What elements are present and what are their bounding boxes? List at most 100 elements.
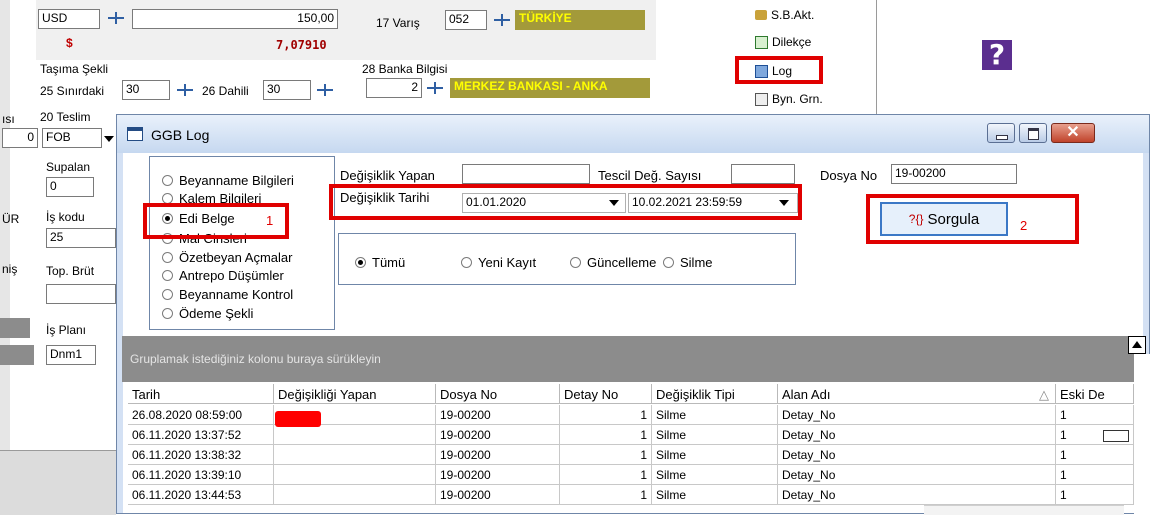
sb-akt-button[interactable]: S.B.Akt. xyxy=(755,8,814,22)
filter-label: Güncelleme xyxy=(587,255,657,270)
maximize-button[interactable] xyxy=(1019,123,1047,143)
dialog-titlebar[interactable]: GGB Log ✕ xyxy=(117,115,1149,153)
collapse-up-icon[interactable] xyxy=(1128,336,1146,354)
option-antrepo-d-mler[interactable]: Antrepo Düşümler xyxy=(162,268,284,283)
supalan-field[interactable]: 0 xyxy=(46,177,94,197)
table-cell: 1 xyxy=(560,465,652,485)
option--zetbeyan-a-malar[interactable]: Özetbeyan Açmalar xyxy=(162,250,292,265)
group-by-band: Gruplamak istediğiniz kolonu buraya sürü… xyxy=(122,336,1134,382)
column-header-label: Detay No xyxy=(564,387,619,402)
filter-g-ncelleme[interactable]: Güncelleme xyxy=(570,255,656,270)
annotation-2: 2 xyxy=(1020,218,1028,233)
help-icon[interactable]: ? xyxy=(982,40,1012,70)
tasima-sekli-label: Taşıma Şekli xyxy=(40,62,109,76)
table-cell: Silme xyxy=(652,425,778,445)
dosya-no-input[interactable]: 19-00200 xyxy=(891,164,1017,184)
degisiklik-yapan-input[interactable] xyxy=(462,164,590,184)
sinirdaki-field[interactable]: 30 xyxy=(122,80,170,100)
column-header[interactable]: Alan Adı △ xyxy=(778,384,1056,404)
close-icon: ✕ xyxy=(1066,124,1080,141)
supalan-label: Supalan xyxy=(46,160,91,174)
currency-field[interactable]: USD xyxy=(38,9,100,29)
column-header-label: Tarih xyxy=(132,387,161,402)
exchange-rate: 7,07910 xyxy=(276,38,327,52)
option-beyanname-kontrol[interactable]: Beyanname Kontrol xyxy=(162,287,293,302)
table-cell: Detay_No xyxy=(778,465,1056,485)
option--deme-ekli[interactable]: Ödeme Şekli xyxy=(162,306,253,321)
currency-lookup-button[interactable] xyxy=(107,11,125,25)
table-cell: 1 xyxy=(560,485,652,505)
minimize-icon xyxy=(996,135,1008,140)
banka-lookup-button[interactable] xyxy=(426,81,444,95)
top-brut-field[interactable] xyxy=(46,284,116,304)
varis-code-field[interactable]: 052 xyxy=(445,10,487,30)
dosya-no-label: Dosya No xyxy=(820,168,878,183)
minimize-button[interactable] xyxy=(987,123,1015,143)
radio-icon xyxy=(162,175,173,186)
column-header[interactable]: Tarih xyxy=(128,384,274,404)
banka-label: 28 Banka Bilgisi xyxy=(362,62,448,76)
filter-silme[interactable]: Silme xyxy=(663,255,713,270)
sinirdaki-lookup-button[interactable] xyxy=(176,83,194,97)
radio-icon xyxy=(570,257,581,268)
table-cell xyxy=(274,445,436,465)
radio-icon xyxy=(162,289,173,300)
is-kodu-field[interactable]: 25 xyxy=(46,228,116,248)
top-brut-label: Top. Brüt xyxy=(46,264,95,278)
column-header[interactable]: Dosya No xyxy=(436,384,560,404)
table-row[interactable]: 06.11.2020 13:37:52 19-00200 1 Silme Detay_N… xyxy=(128,425,1134,445)
ur-label: ÜR xyxy=(2,212,20,226)
filter-t-m-[interactable]: Tümü xyxy=(355,255,405,270)
redacted-user xyxy=(275,411,321,427)
column-header[interactable]: Değişikliği Yapan xyxy=(274,384,436,404)
fob-dropdown-arrow[interactable] xyxy=(104,136,114,142)
document-icon xyxy=(755,35,768,49)
byn-grn-button[interactable]: Byn. Grn. xyxy=(755,92,823,106)
option-beyanname-bilgileri[interactable]: Beyanname Bilgileri xyxy=(162,173,294,188)
zero-field[interactable]: 0 xyxy=(2,128,38,148)
degisiklik-yapan-label: Değişiklik Yapan xyxy=(340,168,435,183)
nis-label: niş xyxy=(2,262,18,276)
table-cell: 06.11.2020 13:38:32 xyxy=(128,445,274,465)
date-highlight xyxy=(329,184,802,220)
varis-label: 17 Varış xyxy=(376,16,420,30)
table-row[interactable]: 06.11.2020 13:39:10 19-00200 1 Silme Detay_N… xyxy=(128,465,1134,485)
dilekce-label: Dilekçe xyxy=(772,35,812,49)
sb-akt-label: S.B.Akt. xyxy=(771,8,815,22)
right-scroll-track[interactable] xyxy=(1134,354,1150,514)
tescil-input[interactable] xyxy=(731,164,795,184)
radio-icon xyxy=(355,257,366,268)
table-cell: 26.08.2020 08:59:00 xyxy=(128,405,274,425)
table-cell: Detay_No xyxy=(778,425,1056,445)
dahili-field[interactable]: 30 xyxy=(263,80,311,100)
column-header[interactable]: Eski De xyxy=(1056,384,1134,404)
column-header[interactable]: Detay No xyxy=(560,384,652,404)
table-cell: Detay_No xyxy=(778,445,1056,465)
radio-icon xyxy=(162,308,173,319)
table-cell: 1 xyxy=(1056,485,1134,505)
column-header-label: Alan Adı xyxy=(782,387,831,402)
log-highlight xyxy=(735,56,823,84)
upper-panel-bg xyxy=(36,0,656,60)
table-cell xyxy=(274,465,436,485)
table-cell: Detay_No xyxy=(778,485,1056,505)
table-cell: Silme xyxy=(652,465,778,485)
amount-field[interactable]: 150,00 xyxy=(132,9,338,29)
dilekce-button[interactable]: Dilekçe xyxy=(755,35,811,49)
table-cell: Silme xyxy=(652,405,778,425)
dahili-lookup-button[interactable] xyxy=(316,83,334,97)
table-cell: 19-00200 xyxy=(436,425,560,445)
filter-yeni-kay-t[interactable]: Yeni Kayıt xyxy=(461,255,536,270)
column-header[interactable]: Değişiklik Tipi xyxy=(652,384,778,404)
filter-label: Silme xyxy=(680,255,713,270)
table-row[interactable]: 06.11.2020 13:38:32 19-00200 1 Silme Detay_N… xyxy=(128,445,1134,465)
close-button[interactable]: ✕ xyxy=(1051,123,1095,143)
dnm-field[interactable]: Dnm1 xyxy=(46,345,96,365)
banka-field[interactable]: 2 xyxy=(366,78,422,98)
option-label: Beyanname Kontrol xyxy=(179,287,294,302)
table-cell: 1 xyxy=(560,445,652,465)
table-row[interactable]: 06.11.2020 13:44:53 19-00200 1 Silme Detay_N… xyxy=(128,485,1134,505)
fob-field[interactable]: FOB xyxy=(42,128,102,148)
varis-lookup-button[interactable] xyxy=(493,13,511,27)
column-header-label: Değişikliği Yapan xyxy=(278,387,377,402)
